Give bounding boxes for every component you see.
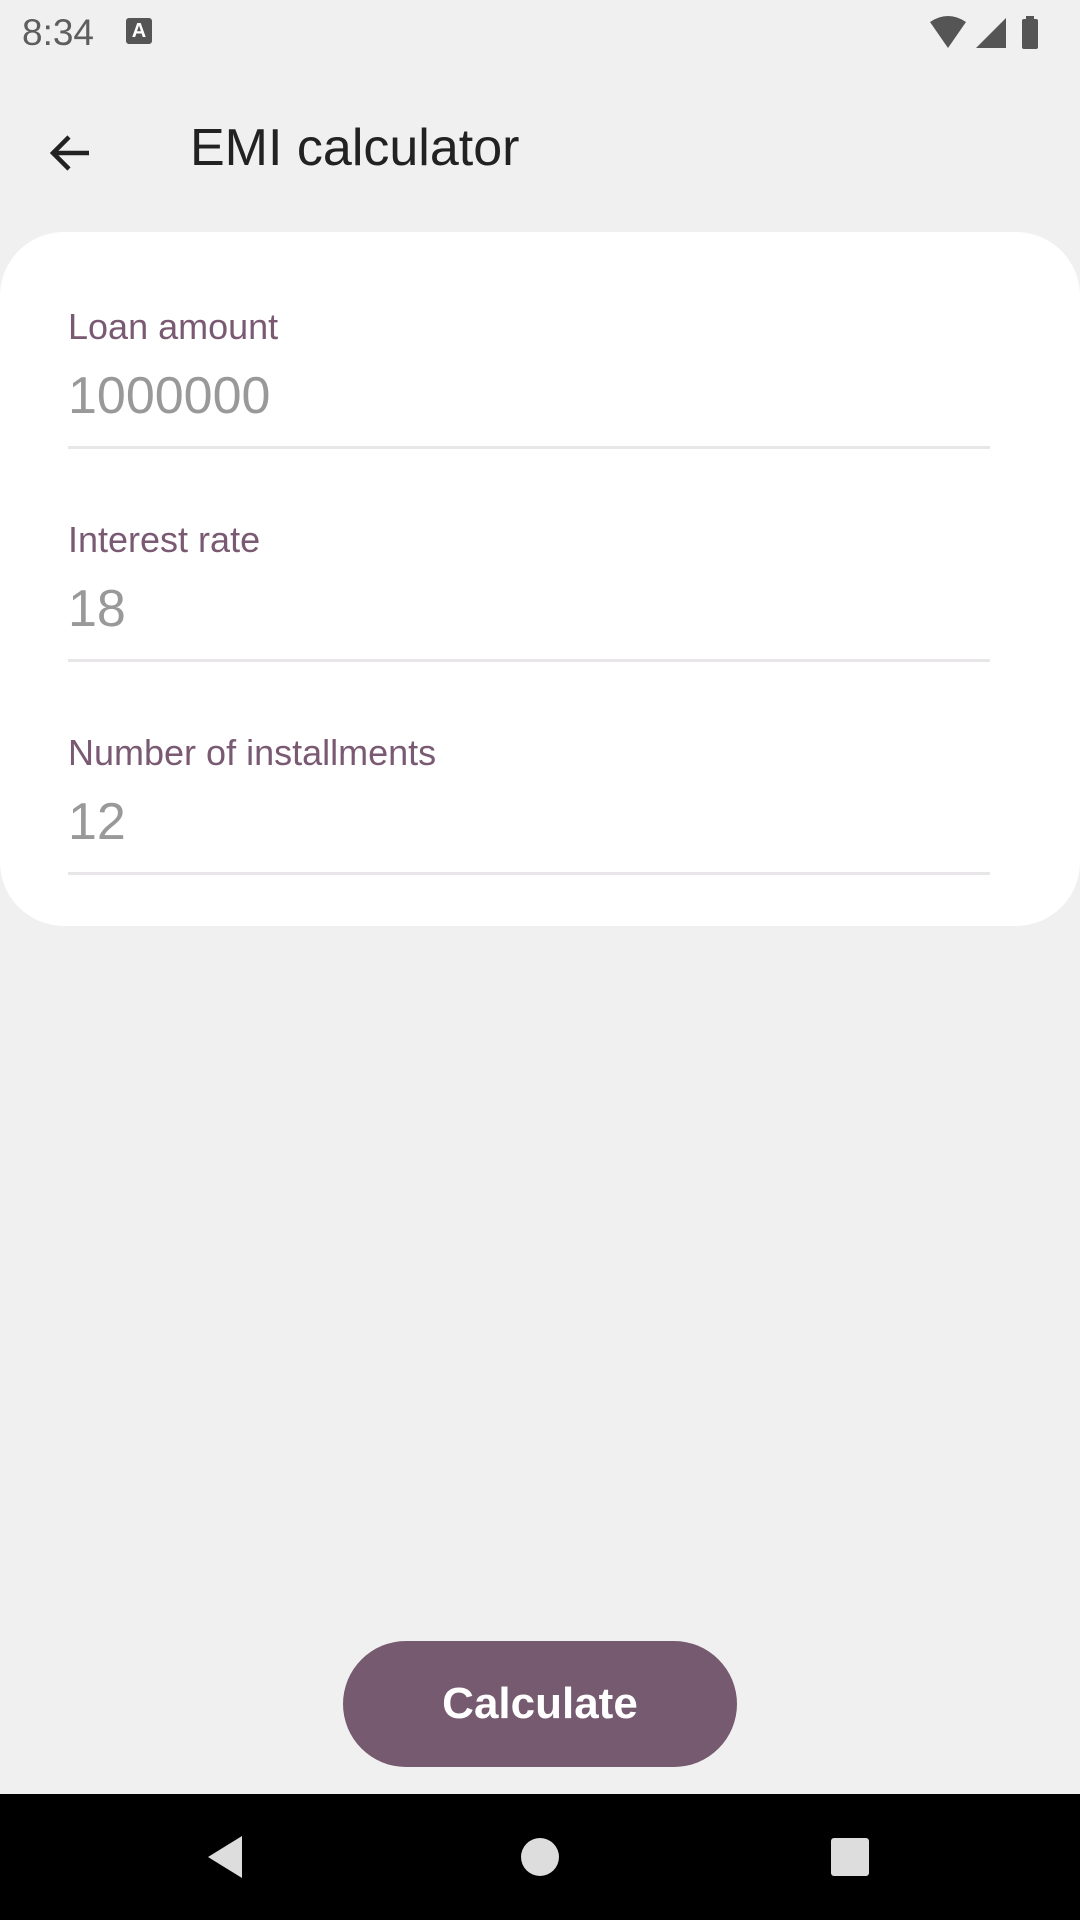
battery-icon	[1022, 16, 1038, 49]
interest-rate-field: Interest rate	[68, 519, 990, 699]
nav-back-button[interactable]	[194, 1824, 260, 1890]
calculate-button[interactable]: Calculate	[343, 1641, 737, 1767]
nav-recents-button[interactable]	[817, 1824, 883, 1890]
loan-amount-underline	[68, 446, 990, 449]
installments-input[interactable]	[68, 782, 990, 862]
app-bar: EMI calculator	[0, 64, 1080, 232]
a-keyboard-icon: A	[126, 18, 152, 44]
installments-field: Number of installments	[68, 732, 990, 912]
status-time: 8:34	[22, 12, 95, 53]
interest-rate-input[interactable]	[68, 569, 990, 649]
status-bar: 8:34 A	[0, 0, 1080, 64]
interest-rate-underline	[68, 659, 990, 662]
installments-underline	[68, 872, 990, 875]
system-nav-bar	[0, 1794, 1080, 1920]
page-title: EMI calculator	[190, 119, 520, 177]
arrow-back-icon	[49, 135, 89, 171]
loan-amount-field: Loan amount	[68, 306, 990, 486]
installments-label: Number of installments	[68, 732, 437, 773]
form-card: Loan amount Interest rate Number of inst…	[0, 232, 1080, 926]
loan-amount-label: Loan amount	[68, 306, 279, 347]
status-icons	[928, 14, 1058, 50]
nav-back-icon	[208, 1836, 242, 1878]
loan-amount-input[interactable]	[68, 356, 990, 436]
nav-home-button[interactable]	[507, 1824, 573, 1890]
wifi-icon	[930, 16, 966, 48]
nav-home-icon	[521, 1838, 559, 1876]
cell-signal-icon	[976, 18, 1006, 48]
nav-recents-icon	[831, 1838, 869, 1876]
interest-rate-label: Interest rate	[68, 519, 261, 560]
emi-calculator-screen: 8:34 A EMI calculator Loan amount 100000…	[0, 0, 1080, 1920]
back-button[interactable]	[30, 112, 112, 194]
